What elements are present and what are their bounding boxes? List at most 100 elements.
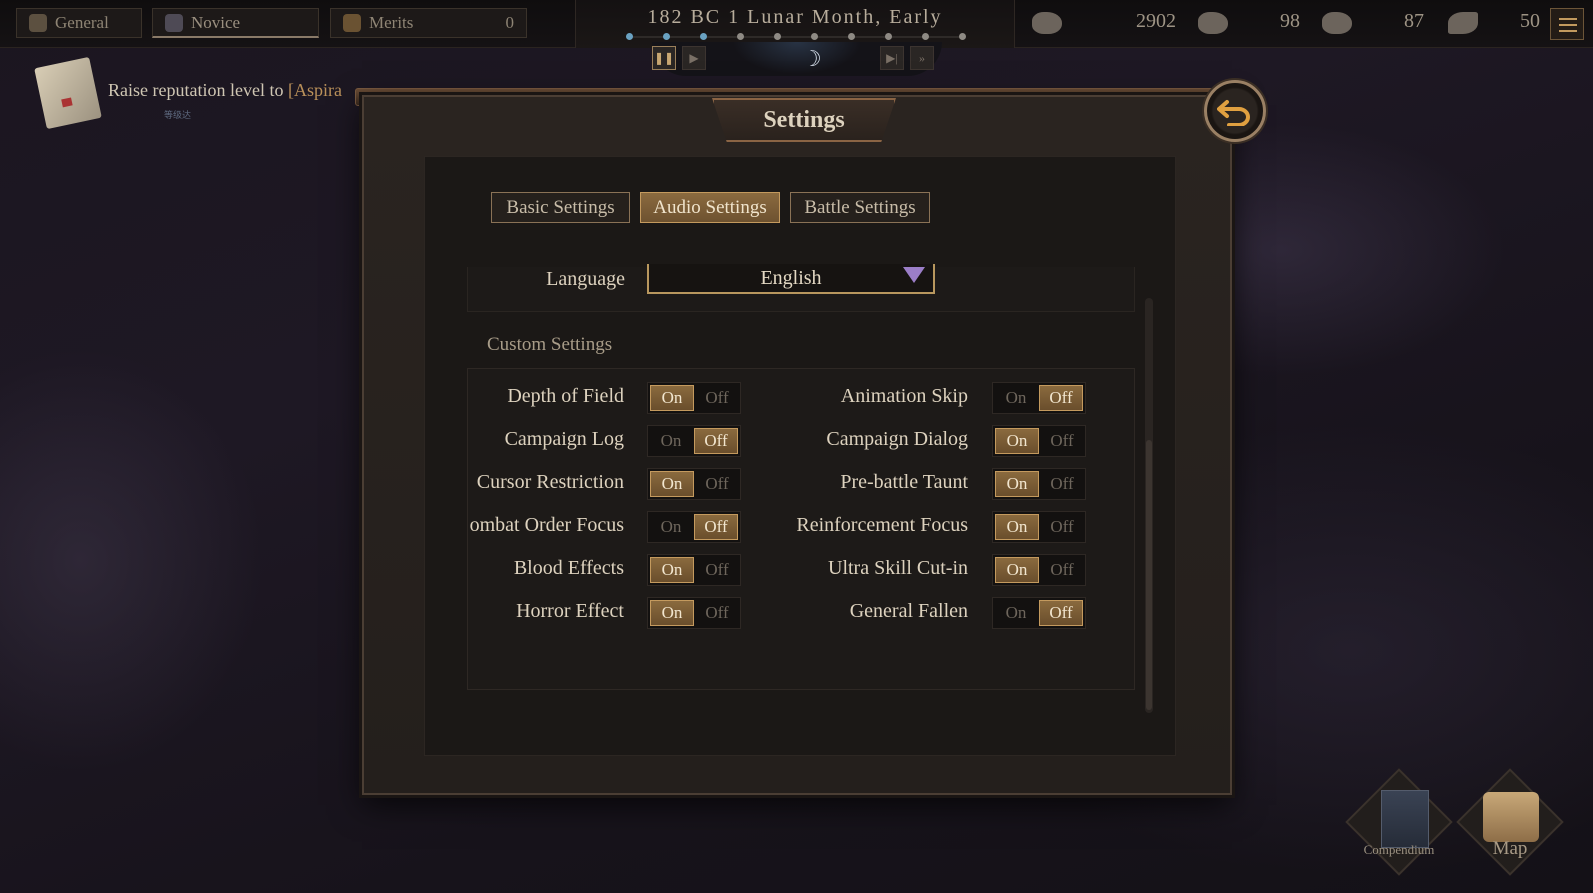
moon-icon: ☽ (802, 46, 822, 71)
progress-dot (700, 33, 707, 40)
toggle-on-option[interactable]: On (995, 514, 1039, 540)
option-label: Campaign Log (504, 428, 624, 450)
tab-basic-settings[interactable]: Basic Settings (491, 192, 630, 223)
date-text: 182 BC 1 Lunar Month, Early (647, 6, 943, 28)
toggle-on-option[interactable]: On (650, 600, 694, 626)
toggle-off-option[interactable]: Off (1041, 428, 1083, 454)
map-label: Map (1492, 838, 1528, 859)
tab-merits-label: Merits (369, 13, 414, 32)
toggle-off-option[interactable]: Off (1041, 557, 1083, 583)
toggle-on-option[interactable]: On (650, 471, 694, 497)
settings-title-plaque: Settings (712, 98, 896, 142)
settings-scrollbar[interactable] (1145, 298, 1153, 713)
toggle-on-option[interactable]: On (995, 385, 1037, 411)
tab-battle-settings[interactable]: Battle Settings (790, 192, 930, 223)
tab-novice[interactable]: Novice (152, 8, 319, 38)
tab-merits[interactable]: Merits 0 (330, 8, 527, 38)
quest-tracker[interactable]: Raise reputation level to [Aspira 等级达 (34, 56, 400, 130)
date-display: 182 BC 1 Lunar Month, Early (575, 0, 1015, 48)
on-off-toggle[interactable]: On Off (992, 382, 1086, 414)
on-off-toggle[interactable]: On Off (647, 597, 741, 629)
map-scroll-icon (1483, 792, 1539, 842)
option-label: Pre-battle Taunt (840, 471, 968, 493)
option-label: Depth of Field (507, 385, 624, 407)
time-controls: ❚❚ ▶ ▶| » ☽ (652, 42, 942, 76)
toggle-off-option[interactable]: Off (696, 600, 738, 626)
tab-audio-settings[interactable]: Audio Settings (640, 192, 780, 223)
progress-dot (959, 33, 966, 40)
option-label: ombat Order Focus (469, 514, 624, 536)
language-label: Language (546, 268, 625, 290)
toggle-off-option[interactable]: Off (696, 471, 738, 497)
on-off-toggle[interactable]: On Off (992, 511, 1086, 543)
compendium-label: Compendium (1363, 842, 1435, 857)
pause-button[interactable]: ❚❚ (652, 46, 676, 70)
quest-scroll-icon (34, 56, 102, 130)
fast-forward-button[interactable]: ▶| (880, 46, 904, 70)
progress-dot (885, 33, 892, 40)
toggle-on-option[interactable]: On (995, 428, 1039, 454)
on-off-toggle[interactable]: On Off (992, 468, 1086, 500)
menu-icon (1559, 18, 1577, 20)
scroll-icon (1448, 12, 1478, 34)
scroll-value: 50 (1520, 10, 1540, 32)
coins-value: 2902 (1136, 10, 1176, 32)
fastest-forward-button[interactable]: » (910, 46, 934, 70)
on-off-toggle[interactable]: On Off (647, 554, 741, 586)
menu-button[interactable] (1550, 8, 1584, 40)
progress-dot (737, 33, 744, 40)
toggle-off-option[interactable]: Off (1041, 471, 1083, 497)
toggle-on-option[interactable]: On (650, 385, 694, 411)
toggle-on-option[interactable]: On (995, 557, 1039, 583)
on-off-toggle[interactable]: On Off (992, 554, 1086, 586)
ore-icon (1322, 12, 1352, 34)
option-label: Horror Effect (516, 600, 624, 622)
settings-title: Settings (763, 106, 845, 133)
toggle-on-option[interactable]: On (650, 428, 692, 454)
top-bar: General Novice Merits 0 182 BC 1 Lunar M… (0, 0, 1593, 48)
toggle-off-option[interactable]: Off (694, 428, 738, 454)
on-off-toggle[interactable]: On Off (647, 425, 741, 457)
on-off-toggle[interactable]: On Off (647, 382, 741, 414)
on-off-toggle[interactable]: On Off (992, 425, 1086, 457)
progress-dot (663, 33, 670, 40)
coins-icon (1032, 12, 1062, 34)
on-off-toggle[interactable]: On Off (992, 597, 1086, 629)
toggle-off-option[interactable]: Off (1039, 600, 1083, 626)
on-off-toggle[interactable]: On Off (647, 468, 741, 500)
tab-novice-label: Novice (191, 12, 241, 32)
grain-icon (1198, 12, 1228, 34)
helmet-icon (29, 14, 47, 32)
progress-dot (811, 33, 818, 40)
progress-dot (848, 33, 855, 40)
toggle-off-option[interactable]: Off (696, 385, 738, 411)
progress-dot (626, 33, 633, 40)
toggle-off-option[interactable]: Off (696, 557, 738, 583)
option-label: Campaign Dialog (826, 428, 968, 450)
tab-general[interactable]: General (16, 8, 142, 38)
rank-badge-icon (165, 13, 183, 32)
toggle-on-option[interactable]: On (650, 514, 692, 540)
toggle-on-option[interactable]: On (995, 600, 1037, 626)
tab-general-label: General (55, 13, 109, 32)
toggle-off-option[interactable]: Off (1041, 514, 1083, 540)
option-label: Ultra Skill Cut-in (828, 557, 968, 579)
quest-text-highlight: [Aspira (287, 80, 342, 100)
back-button[interactable] (1204, 80, 1266, 142)
option-label: Reinforcement Focus (796, 514, 968, 536)
quest-text: Raise reputation level to [Aspira (108, 80, 342, 101)
quest-text-main: Raise reputation level to (108, 80, 288, 100)
toggle-off-option[interactable]: Off (694, 514, 738, 540)
language-value: English (760, 267, 822, 289)
on-off-toggle[interactable]: On Off (647, 511, 741, 543)
play-button[interactable]: ▶ (682, 46, 706, 70)
option-label: Animation Skip (840, 385, 968, 407)
month-progress (626, 33, 966, 40)
merits-icon (343, 14, 361, 32)
grain-value: 98 (1280, 10, 1300, 32)
toggle-on-option[interactable]: On (995, 471, 1039, 497)
toggle-on-option[interactable]: On (650, 557, 694, 583)
language-dropdown[interactable]: English (647, 264, 935, 294)
toggle-off-option[interactable]: Off (1039, 385, 1083, 411)
book-icon (1381, 790, 1429, 848)
